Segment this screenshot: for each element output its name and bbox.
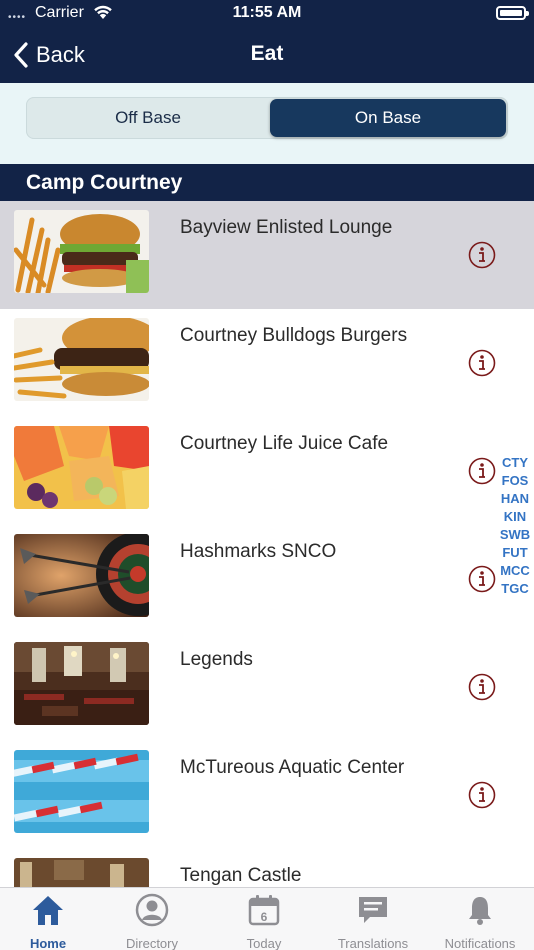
restaurant-list: Bayview Enlisted Lounge Courtney Bulldog…: [0, 201, 534, 887]
tab-label: Home: [29, 936, 67, 950]
tab-translations[interactable]: Translations: [322, 888, 424, 950]
index-mcc[interactable]: MCC: [496, 562, 534, 580]
item-thumbnail: [14, 642, 149, 725]
tab-directory[interactable]: Directory: [104, 888, 200, 950]
segment-area: Off Base On Base: [0, 83, 534, 164]
item-name: Legends: [180, 649, 253, 670]
index-cty[interactable]: CTY: [496, 454, 534, 472]
index-tgc[interactable]: TGC: [496, 580, 534, 598]
tab-label: Directory: [125, 936, 178, 950]
info-icon[interactable]: [468, 349, 496, 377]
section-header: Camp Courtney: [0, 164, 534, 201]
list-item[interactable]: Courtney Life Juice Cafe: [0, 417, 534, 525]
index-han[interactable]: HAN: [496, 490, 534, 508]
item-thumbnail: [14, 318, 149, 401]
item-thumbnail: [14, 210, 149, 293]
info-icon[interactable]: [468, 781, 496, 809]
item-thumbnail: [14, 858, 149, 887]
info-icon[interactable]: [468, 241, 496, 269]
info-icon[interactable]: [468, 565, 496, 593]
tab-notifications[interactable]: Notifications: [432, 888, 528, 950]
list-item[interactable]: Hashmarks SNCO: [0, 525, 534, 633]
tab-label: Translations: [337, 936, 409, 950]
item-thumbnail: [14, 426, 149, 509]
item-name: Hashmarks SNCO: [180, 541, 337, 562]
index-fos[interactable]: FOS: [496, 472, 534, 490]
list-item[interactable]: Legends: [0, 633, 534, 741]
index-kin[interactable]: KIN: [496, 508, 534, 526]
person-icon: [135, 893, 169, 927]
base-segmented-control: Off Base On Base: [26, 97, 508, 139]
item-name: McTureous Aquatic Center: [180, 757, 405, 778]
chevron-left-icon: [14, 42, 28, 68]
tab-home[interactable]: Home: [0, 888, 96, 950]
list-item[interactable]: Tengan Castle: [0, 849, 534, 887]
calendar-icon: 6: [248, 895, 280, 926]
index-swb[interactable]: SWB: [496, 526, 534, 544]
index-fut[interactable]: FUT: [496, 544, 534, 562]
navigation-header: •••• Carrier 11:55 AM Back Eat: [0, 0, 534, 83]
tab-today[interactable]: 6 Today: [216, 888, 312, 950]
list-item[interactable]: Courtney Bulldogs Burgers: [0, 309, 534, 417]
list-item[interactable]: McTureous Aquatic Center: [0, 741, 534, 849]
info-icon[interactable]: [468, 673, 496, 701]
bell-icon: [469, 897, 491, 925]
item-name: Courtney Bulldogs Burgers: [180, 325, 408, 346]
item-thumbnail: [14, 534, 149, 617]
info-icon[interactable]: [468, 457, 496, 485]
tab-label: Notifications: [444, 936, 516, 950]
svg-text:6: 6: [261, 910, 268, 924]
status-bar: •••• Carrier 11:55 AM: [0, 0, 534, 26]
item-name: Bayview Enlisted Lounge: [180, 217, 393, 238]
item-name: Courtney Life Juice Cafe: [180, 433, 389, 454]
chat-icon: [359, 897, 387, 923]
tab-label: Today: [246, 936, 282, 950]
battery-icon: [496, 6, 529, 20]
back-label: Back: [36, 42, 85, 67]
segment-off-base[interactable]: Off Base: [28, 99, 268, 137]
list-item[interactable]: Bayview Enlisted Lounge: [0, 201, 534, 309]
tab-bar: Home Directory 6 Today Translations Noti…: [0, 887, 534, 950]
segment-on-base[interactable]: On Base: [270, 99, 506, 137]
item-name: Tengan Castle: [180, 865, 302, 886]
section-index: CTY FOS HAN KIN SWB FUT MCC TGC: [496, 454, 534, 598]
home-icon: [33, 896, 63, 925]
clock: 11:55 AM: [232, 4, 302, 21]
back-button[interactable]: Back: [14, 40, 85, 70]
item-thumbnail: [14, 750, 149, 833]
